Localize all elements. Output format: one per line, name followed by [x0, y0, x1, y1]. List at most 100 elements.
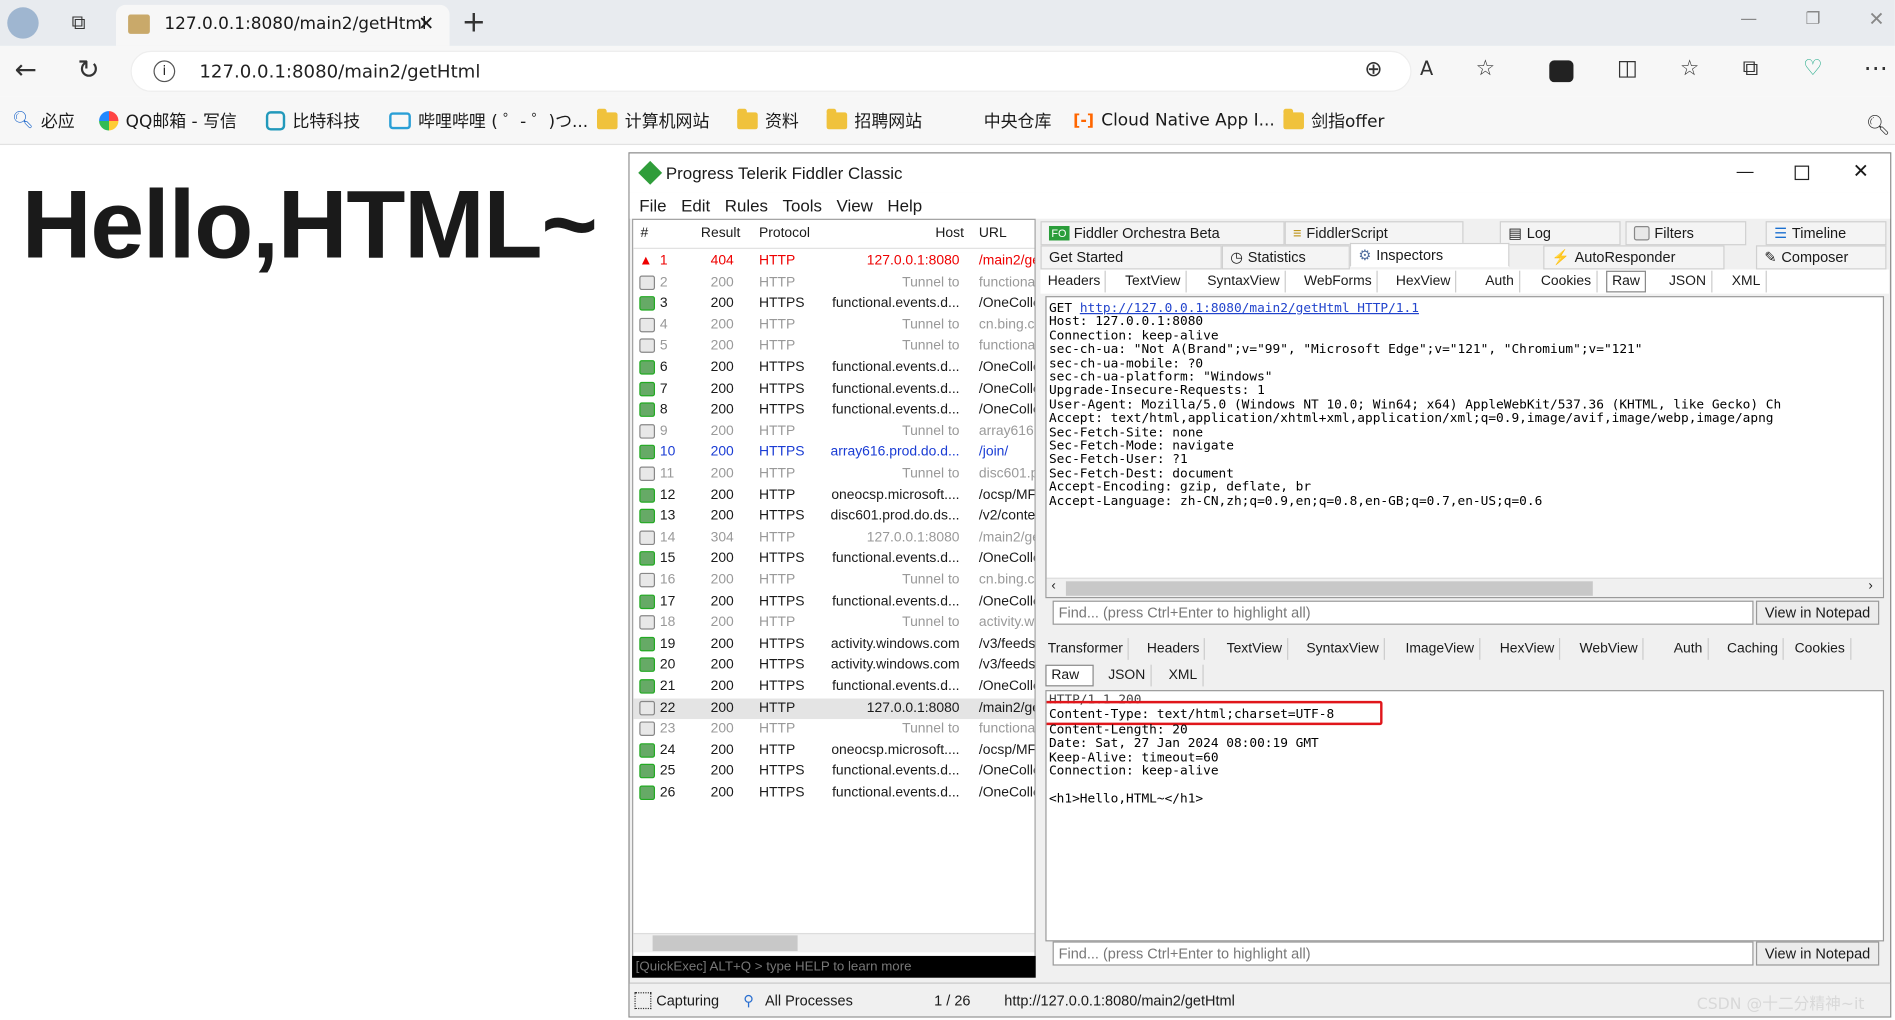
collections-icon[interactable]: ⧉: [1743, 56, 1759, 81]
response-tab-cookies[interactable]: Cookies: [1790, 638, 1851, 660]
request-tab-cookies[interactable]: Cookies: [1536, 270, 1598, 293]
tab-composer[interactable]: ✎ Composer: [1755, 245, 1887, 270]
tab-get-started[interactable]: Get Started: [1040, 245, 1222, 270]
session-row[interactable]: 25 200 HTTPS functional.events.d... /OneColl…: [633, 762, 1034, 783]
request-tab-syntaxview[interactable]: SyntaxView: [1202, 270, 1286, 293]
session-row[interactable]: 20 200 HTTPS activity.windows.com/v3/feeds: [633, 655, 1034, 676]
menu-tools[interactable]: Tools: [782, 196, 822, 215]
browser-tab-active[interactable]: 127.0.0.1:8080/main2/getHtml ✕: [116, 4, 450, 46]
status-capturing[interactable]: Capturing: [656, 992, 719, 1009]
request-url-link[interactable]: http://127.0.0.1:8080/main2/getHtml HTTP…: [1080, 301, 1419, 316]
bookmark-item[interactable]: [-] Cloud Native App I...: [1073, 109, 1275, 133]
browser-essentials-icon[interactable]: ♡: [1803, 56, 1823, 81]
fiddler-minimize-icon[interactable]: —: [1737, 161, 1754, 180]
session-row[interactable]: 11 200 HTTP Tunnel to disc601.p: [633, 464, 1034, 485]
request-tab-hexview[interactable]: HexView: [1391, 270, 1457, 293]
response-tab-imageview[interactable]: ImageView: [1401, 638, 1481, 660]
session-row[interactable]: 21 200 HTTPS functional.events.d... /OneColl…: [633, 677, 1034, 698]
response-raw-pane[interactable]: HTTP/1.1 200 Content-Type: text/html;cha…: [1045, 690, 1885, 942]
site-info-icon[interactable]: i: [153, 60, 176, 83]
response-view-notepad-button[interactable]: View in Notepad: [1755, 941, 1880, 966]
session-row[interactable]: 3 200 HTTPS functional.events.d... /OneColle: [633, 294, 1034, 315]
tab-actions-icon[interactable]: ⧉: [65, 10, 92, 37]
bookmark-folder[interactable]: 计算机网站: [596, 108, 709, 133]
address-bar[interactable]: i 127.0.0.1:8080/main2/getHtml ⊕ A ☆: [130, 50, 1495, 92]
bookmark-folder[interactable]: 剑指offer: [1283, 108, 1384, 133]
session-list-hscrollbar[interactable]: [633, 932, 1035, 953]
session-row[interactable]: 2 200 HTTP Tunnel to functional: [633, 273, 1034, 294]
window-close-icon[interactable]: ✕: [1868, 7, 1884, 30]
session-row[interactable]: 8 200 HTTPS functional.events.d... /OneColle: [633, 400, 1034, 421]
response-tab-textview[interactable]: TextView: [1222, 638, 1289, 660]
response-subtab-xml[interactable]: XML: [1164, 664, 1204, 687]
bookmark-folder[interactable]: 招聘网站: [826, 108, 922, 133]
response-tab-transformer[interactable]: Transformer: [1043, 638, 1129, 660]
response-subtab-json[interactable]: JSON: [1103, 664, 1152, 687]
request-tab-raw[interactable]: Raw: [1606, 270, 1646, 293]
col-header-result[interactable]: Result: [701, 226, 740, 241]
scrollbar-thumb[interactable]: [652, 935, 798, 952]
response-tab-hexview[interactable]: HexView: [1495, 638, 1561, 660]
address-text[interactable]: 127.0.0.1:8080/main2/getHtml: [199, 60, 480, 82]
request-tab-xml[interactable]: XML: [1727, 270, 1767, 293]
window-restore-icon[interactable]: ❐: [1805, 10, 1820, 29]
zoom-icon[interactable]: ⊕: [1364, 57, 1382, 82]
scroll-left-icon[interactable]: ‹: [1051, 579, 1055, 594]
tab-filters[interactable]: Filters: [1625, 221, 1747, 246]
tab-fiddlerscript[interactable]: ≡ FiddlerScript: [1284, 221, 1464, 246]
tab-timeline[interactable]: ☰ Timeline: [1765, 221, 1887, 246]
request-tab-headers[interactable]: Headers: [1043, 270, 1107, 293]
response-tab-syntaxview[interactable]: SyntaxView: [1302, 638, 1385, 660]
request-tab-json[interactable]: JSON: [1664, 270, 1713, 293]
response-tab-auth[interactable]: Auth: [1669, 638, 1709, 660]
col-header-host[interactable]: Host: [935, 226, 964, 241]
col-header-protocol[interactable]: Protocol: [759, 226, 810, 241]
request-tab-textview[interactable]: TextView: [1120, 270, 1187, 293]
session-row[interactable]: 16 200 HTTP Tunnel to cn.bing.c: [633, 570, 1034, 591]
bookmark-item[interactable]: 🔍︎ 必应: [12, 109, 75, 133]
request-tab-auth[interactable]: Auth: [1480, 270, 1520, 293]
new-tab-icon[interactable]: +: [462, 5, 486, 39]
fiddler-close-icon[interactable]: ✕: [1853, 160, 1869, 184]
capturing-icon[interactable]: [634, 992, 652, 1010]
session-row[interactable]: 9 200 HTTP Tunnel to array616.: [633, 422, 1034, 443]
session-row[interactable]: ▲ 1 404 HTTP 127.0.0.1:8080/main2/ge: [633, 251, 1034, 272]
request-hscrollbar[interactable]: ‹ ›: [1046, 577, 1883, 597]
scroll-right-icon[interactable]: ›: [1868, 579, 1872, 594]
response-tab-webview[interactable]: WebView: [1575, 638, 1644, 660]
bookmark-folder[interactable]: 资料: [737, 108, 799, 133]
menu-edit[interactable]: Edit: [681, 196, 710, 215]
tab-close-icon[interactable]: ✕: [418, 12, 434, 35]
session-row[interactable]: 13 200 HTTPS disc601.prod.do.ds... /v2/conte: [633, 507, 1034, 528]
back-arrow-icon[interactable]: ←: [15, 56, 37, 86]
bookmark-item[interactable]: 中央仓库: [984, 109, 1052, 133]
session-row[interactable]: 6 200 HTTPS functional.events.d... /OneColle: [633, 358, 1034, 379]
response-tab-headers[interactable]: Headers: [1142, 638, 1206, 660]
profile-avatar[interactable]: [7, 7, 39, 39]
session-row[interactable]: 10 200 HTTPS array616.prod.do.d... /join/: [633, 443, 1034, 464]
session-row[interactable]: 18 200 HTTP Tunnel to activity.w: [633, 613, 1034, 634]
window-minimize-icon[interactable]: —: [1740, 10, 1757, 29]
session-row[interactable]: 24 200 HTTP oneocsp.microsoft.... /ocsp/MF: [633, 741, 1034, 762]
session-row[interactable]: 19 200 HTTPS activity.windows.com/v3/feeds: [633, 634, 1034, 655]
request-text[interactable]: GET http://127.0.0.1:8080/main2/getHtml …: [1049, 301, 1781, 509]
session-row[interactable]: 5 200 HTTP Tunnel to functional: [633, 336, 1034, 357]
col-header-url[interactable]: URL: [979, 226, 1007, 241]
quickexec-input[interactable]: [QuickExec] ALT+Q > type HELP to learn m…: [632, 955, 1036, 978]
favorite-star-icon[interactable]: ☆: [1476, 56, 1496, 81]
tab-inspectors[interactable]: ⚙ Inspectors: [1349, 242, 1510, 268]
menu-help[interactable]: Help: [887, 196, 922, 215]
menu-rules[interactable]: Rules: [725, 196, 768, 215]
favorites-icon[interactable]: ☆: [1680, 56, 1700, 81]
tab-log[interactable]: ▤ Log: [1499, 221, 1621, 246]
sidebar-search-icon[interactable]: 🔍︎: [1866, 114, 1891, 137]
split-screen-icon[interactable]: ◫: [1617, 56, 1638, 81]
bookmark-item[interactable]: 比特科技: [265, 109, 360, 133]
scrollbar-thumb[interactable]: [1065, 581, 1593, 596]
menu-view[interactable]: View: [836, 196, 872, 215]
session-row[interactable]: 17 200 HTTPS functional.events.d... /OneColl…: [633, 592, 1034, 613]
response-find-input[interactable]: Find... (press Ctrl+Enter to highlight a…: [1052, 941, 1754, 966]
tab-autoresponder[interactable]: ⚡ AutoResponder: [1543, 245, 1725, 270]
request-tab-webforms[interactable]: WebForms: [1299, 270, 1378, 293]
session-row[interactable]: 22 200 HTTP 127.0.0.1:8080/main2/ge: [633, 698, 1035, 720]
